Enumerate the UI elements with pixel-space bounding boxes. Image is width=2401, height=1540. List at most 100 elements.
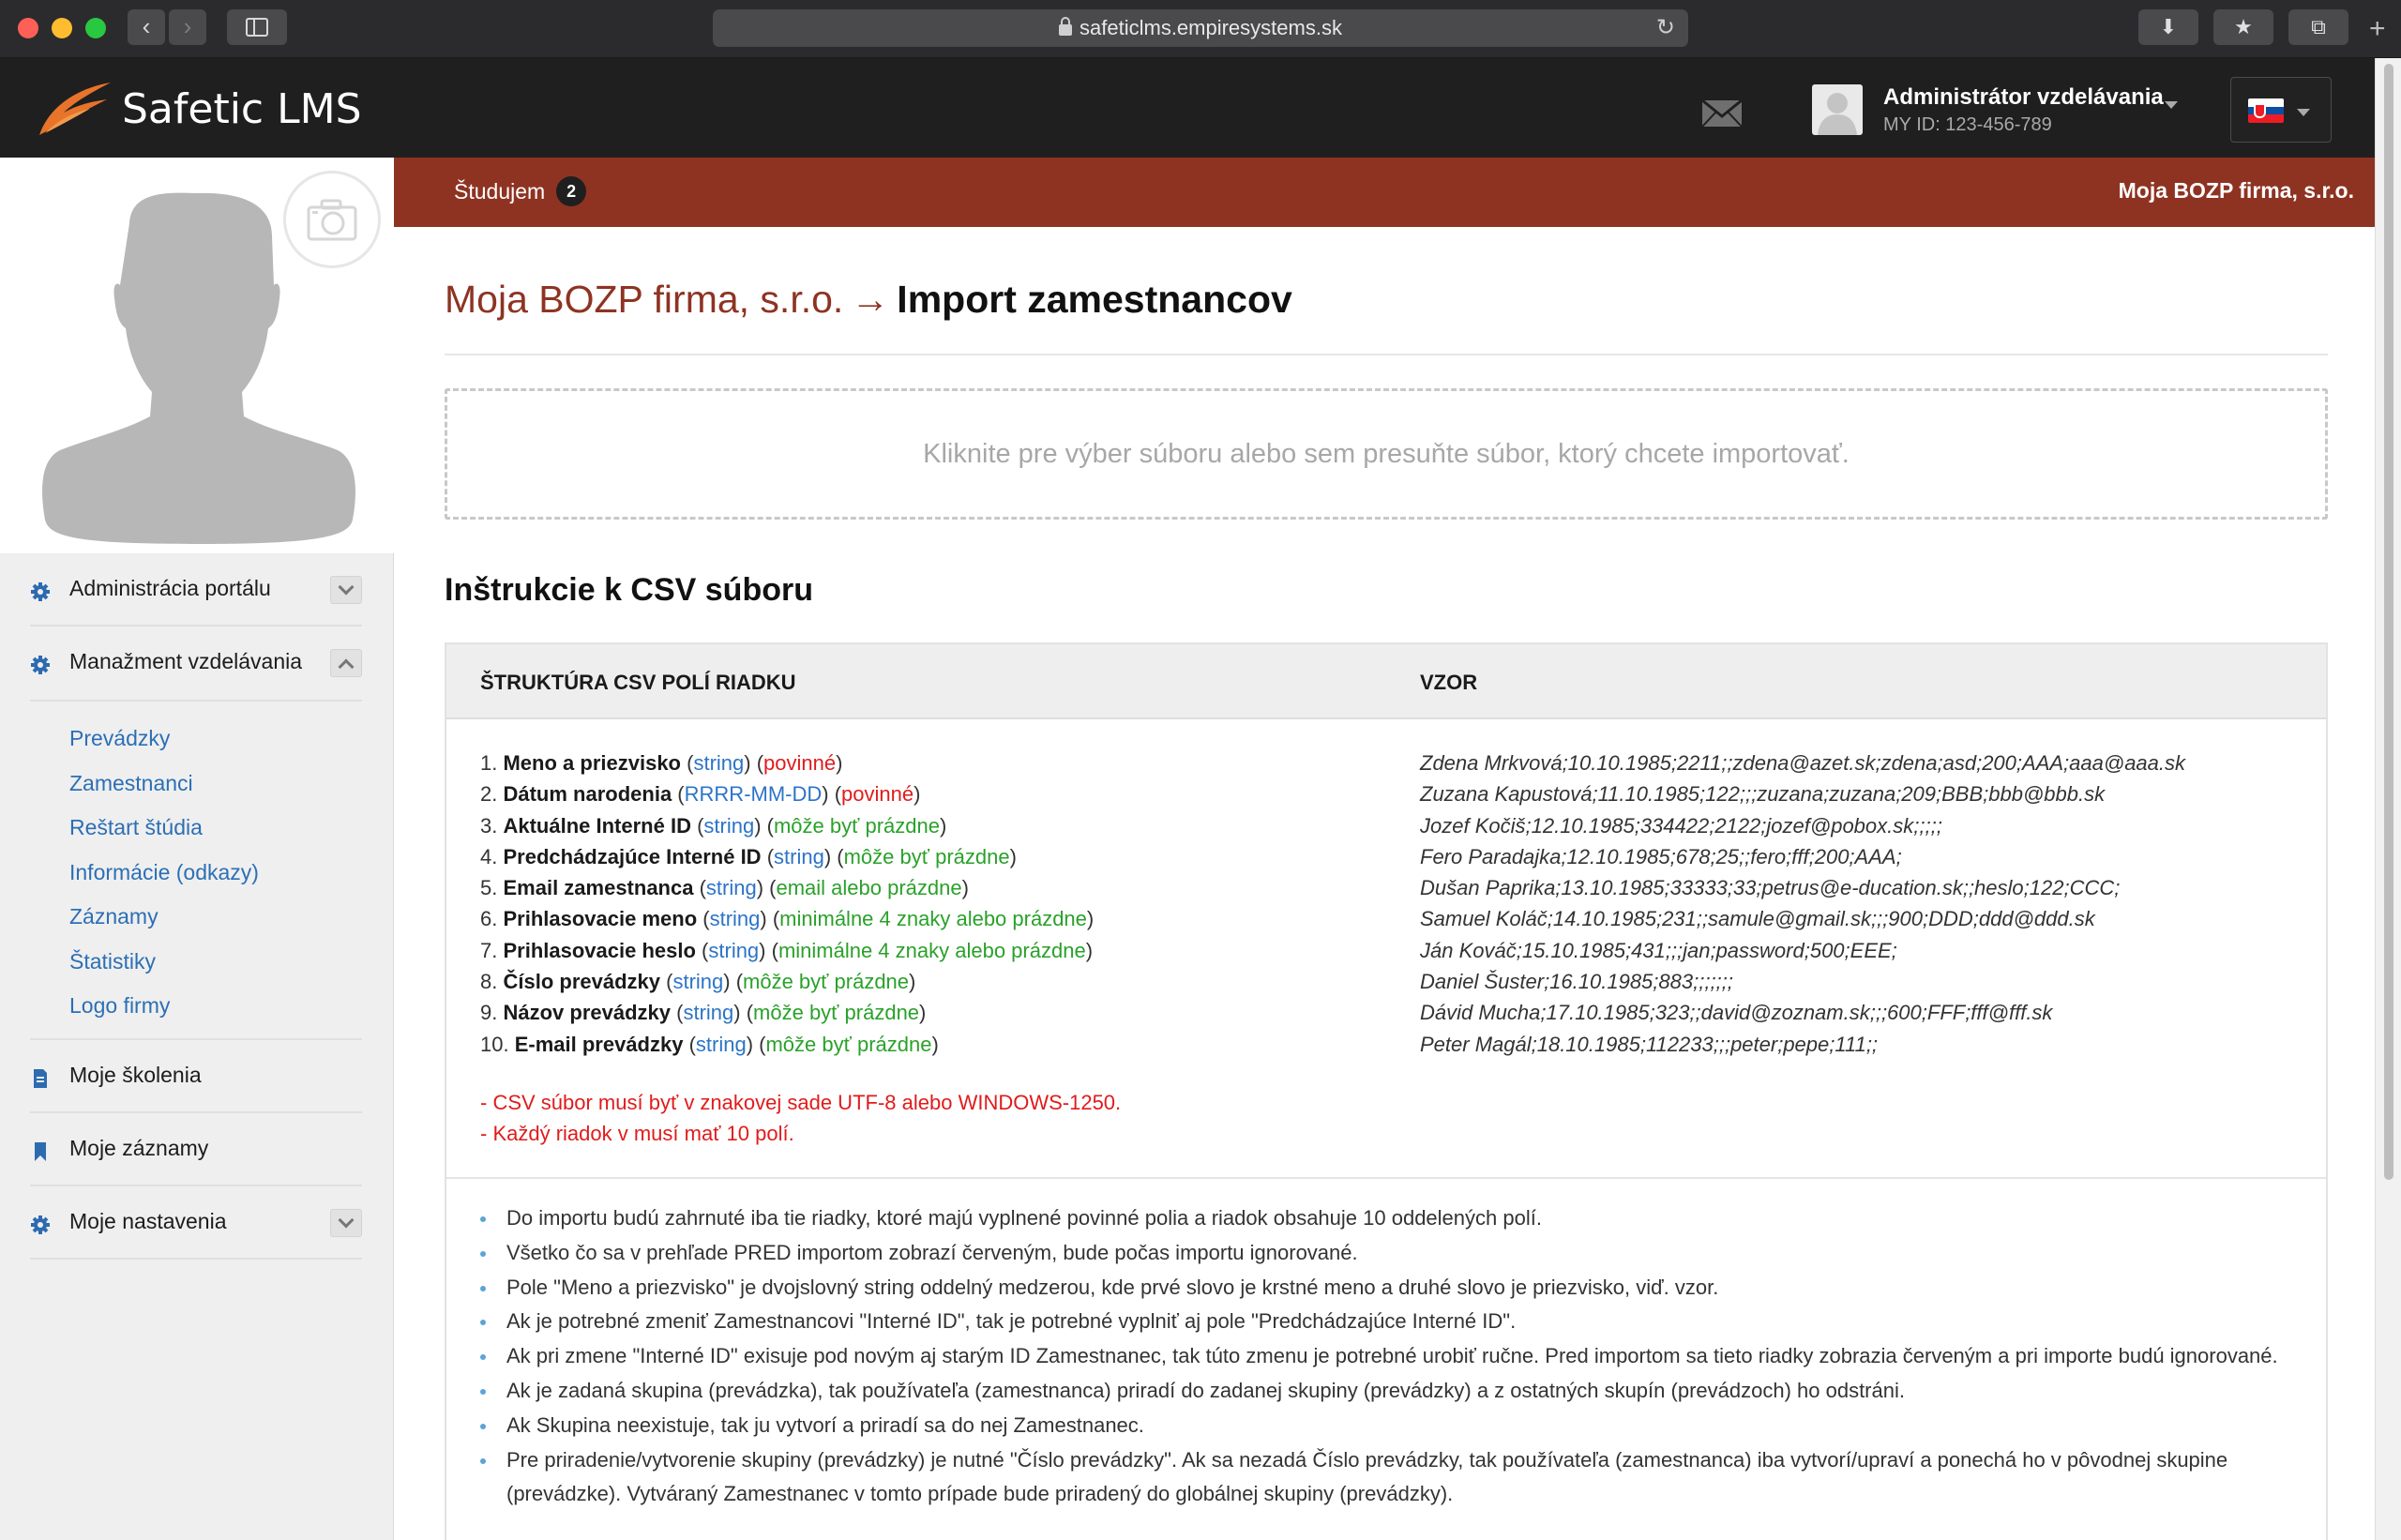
- logo[interactable]: Safetic LMS: [36, 79, 362, 139]
- forward-button[interactable]: ›: [169, 9, 206, 45]
- file-dropzone[interactable]: Kliknite pre výber súboru alebo sem pres…: [445, 388, 2328, 520]
- warning-text: - Každý riadok v musí mať 10 polí.: [480, 1122, 794, 1145]
- sidebar-link-restart-studia[interactable]: Reštart štúdia: [69, 806, 362, 851]
- field-name: Dátum narodenia: [503, 782, 672, 807]
- tabs-icon: ⧉: [2311, 15, 2326, 38]
- sidebar-item-education-management[interactable]: Manažment vzdelávania: [30, 627, 362, 700]
- field-name: Číslo prevádzky: [503, 970, 660, 994]
- sidebar-link-informacie[interactable]: Informácie (odkazy): [69, 851, 362, 896]
- bookmark-icon: [35, 1141, 46, 1161]
- field-name: Aktuálne Interné ID: [503, 813, 691, 838]
- field-number: 3.: [480, 813, 498, 838]
- page-scrollbar[interactable]: [2375, 58, 2401, 1540]
- mail-icon[interactable]: [1701, 99, 1743, 128]
- studying-link[interactable]: Študujem 2: [454, 176, 587, 208]
- import-notes: Do importu budú zahrnuté iba tie riadky,…: [480, 1201, 2300, 1512]
- csv-sample-row: Samuel Koláč;14.10.1985;231;;samule@gmai…: [1420, 907, 2095, 931]
- csv-field-row: 2. Dátum narodenia (RRRR-MM-DD) (povinné…: [480, 782, 921, 807]
- field-number: 5.: [480, 876, 498, 900]
- list-item: Ak Skupina neexistuje, tak ju vytvorí a …: [480, 1409, 2300, 1443]
- field-type: string: [672, 970, 724, 994]
- sidebar-item-my-records[interactable]: Moje záznamy: [30, 1113, 362, 1186]
- sidebar-item-label: Manažment vzdelávania: [69, 649, 303, 673]
- url-text: safeticlms.empiresystems.sk: [1080, 16, 1342, 39]
- field-name: Prihlasovacie heslo: [503, 938, 696, 962]
- expand-toggle[interactable]: [330, 576, 362, 604]
- sidebar-item-label: Administrácia portálu: [69, 576, 271, 600]
- divider: [445, 354, 2328, 355]
- divider: [446, 1177, 2326, 1179]
- downloads-button[interactable]: ⬇: [2138, 9, 2198, 45]
- csv-field-row: 10. E-mail prevádzky (string) (môže byť …: [480, 1032, 939, 1056]
- bookmarks-button[interactable]: ★: [2213, 9, 2273, 45]
- minimize-window-button[interactable]: [52, 18, 72, 38]
- user-id: MY ID: 123-456-789: [1883, 114, 2052, 135]
- studying-count-badge: 2: [556, 176, 587, 206]
- collapse-toggle[interactable]: [330, 649, 362, 677]
- sidebar-link-prevadzky[interactable]: Prevádzky: [69, 717, 362, 762]
- camera-icon: [307, 199, 357, 241]
- new-tab-button[interactable]: +: [2369, 13, 2386, 45]
- field-requirement: email alebo prázdne: [776, 876, 962, 900]
- lock-icon: [1059, 17, 1073, 36]
- field-name: Predchádzajúce Interné ID: [503, 844, 762, 868]
- csv-field-row: 8. Číslo prevádzky (string) (môže byť pr…: [480, 970, 916, 994]
- list-item: Do importu budú zahrnuté iba tie riadky,…: [480, 1201, 2300, 1236]
- sidebar-item-label: Moje záznamy: [69, 1135, 209, 1160]
- field-number: 1.: [480, 751, 498, 775]
- breadcrumb-company-link[interactable]: Moja BOZP firma, s.r.o.: [445, 278, 843, 321]
- field-number: 4.: [480, 844, 498, 868]
- address-bar[interactable]: safeticlms.empiresystems.sk ↻: [713, 9, 1688, 47]
- maximize-window-button[interactable]: [85, 18, 106, 38]
- star-icon: ★: [2234, 15, 2253, 38]
- csv-sample-row: Peter Magál;18.10.1985;112233;;;peter;pe…: [1420, 1032, 1879, 1056]
- close-window-button[interactable]: [18, 18, 38, 38]
- field-type: string: [695, 1032, 747, 1056]
- slovak-flag-icon: [2248, 98, 2284, 123]
- expand-toggle[interactable]: [330, 1208, 362, 1237]
- csv-field-row: 7. Prihlasovacie heslo (string) (minimál…: [480, 938, 1094, 962]
- csv-sample-row: Dušan Paprika;13.10.1985;33333;33;petrus…: [1420, 876, 2121, 900]
- sidebar-item-my-trainings[interactable]: Moje školenia: [30, 1040, 362, 1113]
- csv-field-row: 4. Predchádzajúce Interné ID (string) (m…: [480, 844, 1017, 868]
- topbar: Študujem 2 Moja BOZP firma, s.r.o.: [394, 158, 2375, 227]
- page-title-current: Import zamestnancov: [897, 278, 1292, 321]
- sidebar-item-my-settings[interactable]: Moje nastavenia: [30, 1186, 362, 1260]
- field-number: 8.: [480, 970, 498, 994]
- csv-structure-header: ŠTRUKTÚRA CSV POLÍ RIADKU: [480, 671, 796, 694]
- browser-toolbar: ‹ › safeticlms.empiresystems.sk ↻ ⬇ ★ ⧉ …: [0, 0, 2401, 58]
- tabs-overview-button[interactable]: ⧉: [2288, 9, 2348, 45]
- field-type: string: [703, 813, 755, 838]
- csv-sample-row: Zdena Mrkvová;10.10.1985;2211;;zdena@aze…: [1420, 751, 2186, 775]
- sidebar-link-logo-firmy[interactable]: Logo firmy: [69, 984, 362, 1029]
- reload-icon[interactable]: ↻: [1656, 9, 1675, 47]
- sidebar-link-zaznamy[interactable]: Záznamy: [69, 895, 362, 940]
- sidebar-icon: [246, 18, 268, 37]
- field-requirement: môže byť prázdne: [753, 1001, 920, 1025]
- field-type: string: [709, 907, 761, 931]
- chevron-up-icon: [338, 658, 355, 675]
- warning-text: - CSV súbor musí byť v znakovej sade UTF…: [480, 1091, 1122, 1114]
- sidebar-link-statistiky[interactable]: Štatistiky: [69, 940, 362, 985]
- sidebar-item-label: Moje školenia: [69, 1062, 202, 1087]
- csv-field-row: 9. Názov prevádzky (string) (môže byť pr…: [480, 1001, 927, 1025]
- field-name: E-mail prevádzky: [514, 1032, 684, 1056]
- csv-field-row: 1. Meno a priezvisko (string) (povinné): [480, 751, 843, 775]
- list-item: Pole "Meno a priezvisko" je dvojslovný s…: [480, 1271, 2300, 1306]
- document-icon: [34, 1068, 47, 1088]
- back-button[interactable]: ‹: [128, 9, 165, 45]
- scrollbar-thumb[interactable]: [2384, 64, 2393, 1180]
- app-header: Safetic LMS Administrátor vzdelávania MY…: [0, 58, 2375, 158]
- list-item: Pre priradenie/vytvorenie skupiny (prevá…: [480, 1443, 2300, 1513]
- language-selector[interactable]: [2230, 77, 2332, 143]
- page-title: Moja BOZP firma, s.r.o. → Import zamestnan…: [445, 278, 1292, 322]
- user-avatar: [1812, 84, 1863, 135]
- company-name[interactable]: Moja BOZP firma, s.r.o.: [2119, 178, 2354, 204]
- show-sidebar-button[interactable]: [227, 9, 287, 45]
- sidebar-link-zamestnanci[interactable]: Zamestnanci: [69, 762, 362, 807]
- field-number: 10.: [480, 1032, 509, 1056]
- flame-logo-icon: [39, 83, 111, 135]
- sidebar-item-portal-admin[interactable]: Administrácia portálu: [30, 553, 362, 627]
- csv-table-header: ŠTRUKTÚRA CSV POLÍ RIADKU VZOR: [446, 644, 2326, 719]
- change-photo-button[interactable]: [283, 171, 381, 268]
